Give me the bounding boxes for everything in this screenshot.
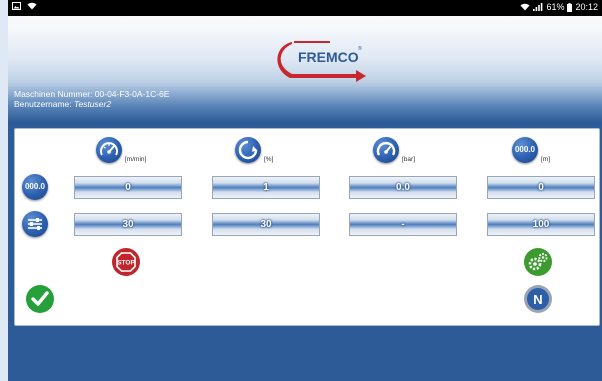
current-percent-field: 1: [212, 176, 320, 199]
current-pressure-field: 0.0: [349, 176, 457, 199]
checkmark-icon: [26, 285, 54, 313]
counter-icon-text: 000.0: [24, 182, 46, 191]
pressure-gauge-icon: [373, 137, 399, 163]
image-icon: [12, 2, 21, 10]
set-distance-field[interactable]: 100: [487, 213, 595, 236]
control-panel: [m/min] [%] [bar] 000.0 [m] 000.0 0 1 0.…: [14, 128, 600, 326]
fremco-logo: FREMCO ®: [270, 38, 370, 82]
username-line: Benutzername: Testuser2: [14, 99, 169, 109]
counter-icon: 000.0: [22, 174, 48, 200]
unit-percent: [%]: [264, 156, 274, 163]
neutral-label: N: [533, 292, 542, 307]
speed-gauge-icon: [96, 137, 122, 163]
wifi-icon: [520, 3, 530, 11]
set-percent-field[interactable]: 30: [212, 213, 320, 236]
set-speed-field[interactable]: 30: [74, 213, 182, 236]
gears-button[interactable]: [523, 247, 553, 277]
neutral-button[interactable]: N: [523, 284, 553, 314]
machine-number-label: Maschinen Nummer:: [14, 89, 93, 99]
distance-counter-text: 000.0: [514, 145, 536, 154]
wifi-icon: [27, 2, 37, 10]
username-value: Testuser2: [74, 99, 112, 109]
set-pressure-field[interactable]: -: [349, 213, 457, 236]
signal-icon: [533, 3, 543, 11]
gears-icon: [524, 248, 552, 276]
confirm-button[interactable]: [25, 284, 55, 314]
stop-label: STOP: [117, 260, 135, 267]
machine-number-value: 00-04-F3-0A-1C-6E: [94, 89, 170, 99]
app-window: 61% 20:12 FREMCO ® Maschinen Nummer: 00-…: [8, 0, 602, 381]
settings-sliders-icon: [22, 211, 48, 237]
clock: 20:12: [575, 2, 598, 12]
stop-sign-icon: STOP: [112, 248, 140, 276]
machine-number-line: Maschinen Nummer: 00-04-F3-0A-1C-6E: [14, 89, 169, 99]
logo-text: FREMCO: [298, 49, 359, 65]
battery-percent: 61%: [546, 2, 565, 12]
distance-counter-icon: 000.0: [512, 137, 538, 163]
registered-mark: ®: [358, 45, 362, 52]
current-distance-field: 0: [487, 176, 595, 199]
unit-pressure: [bar]: [402, 156, 416, 163]
machine-info: Maschinen Nummer: 00-04-F3-0A-1C-6E Benu…: [14, 89, 169, 109]
current-speed-field: 0: [74, 176, 182, 199]
unit-meter: [m]: [541, 156, 551, 163]
battery-icon: [567, 2, 573, 12]
stop-button[interactable]: STOP: [111, 247, 141, 277]
status-bar: 61% 20:12: [8, 0, 602, 16]
neutral-n-icon: N: [524, 285, 552, 313]
unit-speed: [m/min]: [125, 156, 147, 163]
rotation-percent-icon: [235, 137, 261, 163]
username-label: Benutzername:: [14, 99, 72, 109]
